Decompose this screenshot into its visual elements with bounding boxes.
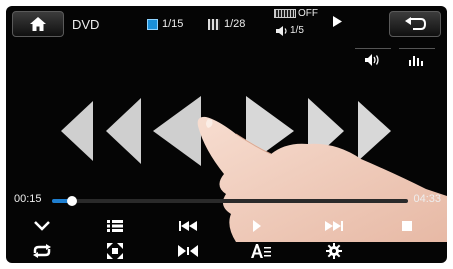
audio-indicator: 1/5 — [276, 25, 304, 36]
subtitle-indicator: OFF — [274, 8, 318, 19]
text-size-icon — [251, 244, 271, 258]
play-pause-icon — [253, 220, 261, 232]
progress-bar[interactable] — [52, 196, 408, 206]
text-size-button[interactable] — [241, 238, 281, 263]
home-icon — [30, 17, 46, 31]
playlist-icon — [107, 220, 123, 232]
home-button[interactable] — [12, 11, 64, 37]
angle-button[interactable] — [168, 238, 208, 263]
zoom-button[interactable] — [95, 238, 135, 263]
collapse-button[interactable] — [22, 213, 62, 239]
audio-track-value: 1/5 — [290, 25, 304, 36]
equalizer-icon — [409, 56, 423, 66]
next-button[interactable] — [314, 213, 354, 239]
title-indicator: 1/28 — [208, 18, 245, 30]
speaker-icon — [276, 25, 287, 36]
stop-icon — [402, 221, 412, 231]
title-icon — [208, 18, 220, 30]
progress-knob[interactable] — [66, 196, 77, 206]
angle-icon — [178, 245, 198, 257]
equalizer-button[interactable] — [399, 48, 435, 71]
settings-icon — [326, 243, 342, 259]
back-icon — [405, 17, 426, 30]
settings-button[interactable] — [314, 238, 354, 263]
total-time: 04:33 — [413, 193, 441, 205]
chapter-icon — [147, 18, 158, 30]
current-time: 00:15 — [14, 193, 42, 205]
chapter-indicator: 1/15 — [147, 18, 183, 30]
subtitle-status: OFF — [298, 8, 318, 19]
previous-icon — [179, 221, 197, 231]
source-label: DVD — [72, 17, 100, 32]
chevron-down-icon — [34, 221, 50, 231]
rewind-arrows-icon[interactable] — [61, 96, 211, 166]
subtitle-icon — [274, 9, 296, 18]
volume-icon — [365, 54, 379, 66]
play-pause-button[interactable] — [241, 213, 281, 239]
dvd-player-screen: DVD 1/15 1/28 OFF 1/5 00:15 04:33 — [6, 6, 447, 263]
repeat-button[interactable] — [22, 238, 62, 263]
chapter-value: 1/15 — [162, 18, 184, 30]
stop-button[interactable] — [387, 213, 427, 239]
zoom-icon — [107, 243, 123, 259]
volume-button[interactable] — [355, 48, 391, 71]
playlist-button[interactable] — [95, 213, 135, 239]
repeat-icon — [33, 244, 51, 258]
back-button[interactable] — [389, 11, 441, 37]
next-icon — [325, 221, 343, 231]
title-value: 1/28 — [224, 18, 246, 30]
play-status — [333, 16, 342, 30]
play-icon — [333, 16, 342, 27]
previous-button[interactable] — [168, 213, 208, 239]
